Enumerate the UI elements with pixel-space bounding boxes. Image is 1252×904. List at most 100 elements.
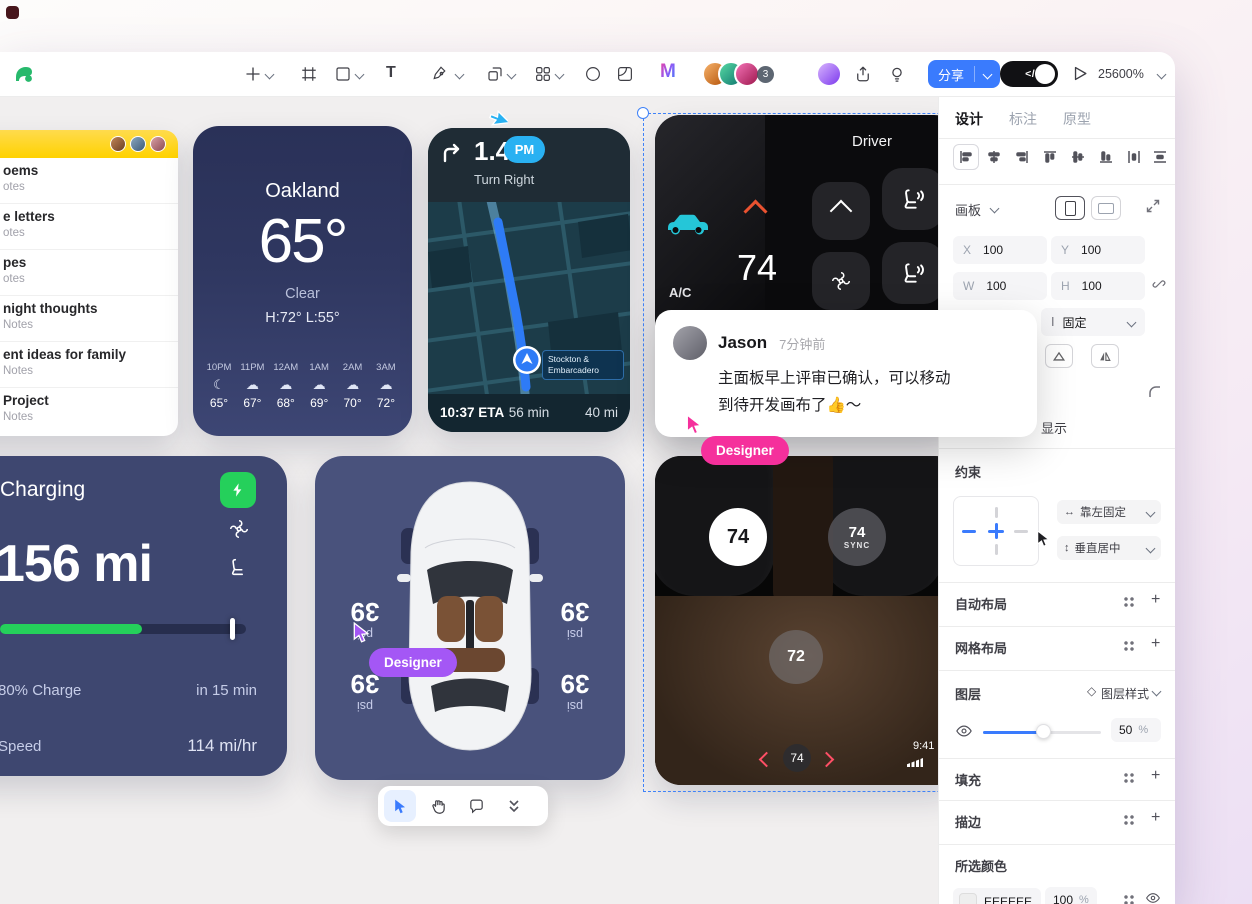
component-tool-chevron-icon[interactable]	[507, 70, 517, 80]
climate-up-button[interactable]	[812, 182, 870, 240]
color-swatch-input[interactable]: EEEEEE	[953, 888, 1041, 904]
notes-app-card[interactable]: oems otes e letters otes pes otes night …	[0, 130, 178, 436]
flip-button[interactable]	[1091, 344, 1119, 368]
expand-panel-icon[interactable]	[1145, 198, 1161, 219]
seat-temp-right-sync[interactable]: 74 SYNC	[828, 508, 886, 566]
seat-temp-rear[interactable]: 72	[769, 630, 823, 684]
tire-pressure-card[interactable]: psi 39 psi 39 psi 39 psi 39 De	[315, 456, 625, 780]
y-position-input[interactable]: Y100	[1051, 236, 1145, 264]
design-canvas[interactable]: oems otes e letters otes pes otes night …	[0, 96, 938, 904]
comment-author-avatar[interactable]	[673, 326, 707, 360]
stroke-style-icon[interactable]	[1123, 814, 1135, 826]
note-list-item[interactable]: oems otes	[0, 158, 178, 204]
vertical-constraint-select[interactable]: ↕ 垂直居中	[1057, 536, 1161, 560]
insert-tool-button[interactable]	[244, 65, 262, 83]
shape-tool-chevron-icon[interactable]	[355, 70, 365, 80]
note-list-item[interactable]: e letters otes	[0, 204, 178, 250]
height-input[interactable]: H100	[1051, 272, 1145, 300]
charge-progress-handle[interactable]	[230, 618, 235, 640]
orientation-portrait-button[interactable]	[1055, 196, 1085, 220]
layer-visibility-eye-icon[interactable]	[955, 722, 973, 745]
note-list-item[interactable]: pes otes	[0, 250, 178, 296]
component-tool-button[interactable]	[486, 65, 504, 83]
seat-temp-left[interactable]: 74	[709, 508, 767, 566]
comment-popup[interactable]: Jason 7分钟前 主面板早上评审已确认，可以移动 到待开发画布了👍～	[655, 310, 1037, 437]
app-logo-icon[interactable]	[12, 62, 36, 86]
plugin-tool-button[interactable]	[534, 65, 552, 83]
dev-mode-toggle[interactable]: </>	[1000, 61, 1058, 87]
note-list-item[interactable]: ent ideas for family Notes	[0, 342, 178, 388]
align-h-center-button[interactable]	[981, 144, 1007, 170]
layer-style-icon[interactable]: ◇	[1087, 684, 1096, 698]
distribute-h-button[interactable]	[1121, 144, 1147, 170]
orientation-landscape-button[interactable]	[1091, 196, 1121, 220]
align-v-center-button[interactable]	[1065, 144, 1091, 170]
ellipse-tool-button[interactable]	[584, 65, 602, 83]
artboard-label[interactable]: 画板	[955, 200, 981, 219]
navigation-app-card[interactable]: Stockton & Embarcadero 1.4 Turn Right 10…	[428, 128, 630, 432]
weather-app-card[interactable]: Oakland 65° Clear H:72° L:55° 10PM ☾ 65°…	[193, 126, 412, 436]
rotate-button[interactable]	[1045, 344, 1073, 368]
seat-vent-button[interactable]	[882, 242, 938, 304]
mask-tool-button[interactable]	[616, 65, 634, 83]
horizontal-constraint-select[interactable]: ↔ 靠左固定	[1057, 500, 1161, 524]
constraints-widget[interactable]	[953, 496, 1039, 566]
share-button[interactable]: 分享	[928, 60, 1000, 88]
seat-vent-button[interactable]	[882, 168, 938, 230]
color-opacity-input[interactable]: 100 %	[1045, 887, 1097, 904]
artboard-chevron-icon[interactable]	[990, 204, 1000, 214]
collaborator-count-badge[interactable]: 3	[757, 66, 774, 83]
note-list-item[interactable]: Project Notes	[0, 388, 178, 434]
x-position-input[interactable]: X100	[953, 236, 1047, 264]
align-right-button[interactable]	[1009, 144, 1035, 170]
layer-style-label[interactable]: 图层样式	[1101, 685, 1149, 702]
present-play-button[interactable]	[1070, 64, 1089, 83]
opacity-input[interactable]: 50 %	[1111, 718, 1161, 742]
fill-style-icon[interactable]	[1123, 772, 1135, 784]
share-chevron-icon[interactable]	[975, 71, 1000, 78]
current-user-avatar[interactable]	[816, 61, 842, 87]
grid-layout-add-icon[interactable]: +	[1151, 636, 1160, 652]
layer-style-chevron-icon[interactable]	[1152, 687, 1162, 697]
idea-bulb-icon[interactable]	[888, 65, 906, 83]
dev-mode-knob[interactable]	[1035, 64, 1055, 84]
fill-add-icon[interactable]: +	[1151, 768, 1160, 784]
grid-layout-style-icon[interactable]	[1123, 640, 1135, 652]
color-swatch[interactable]	[959, 893, 977, 904]
show-label[interactable]: 显示	[1041, 418, 1067, 437]
shape-tool-button[interactable]	[334, 65, 352, 83]
insert-tool-chevron-icon[interactable]	[265, 70, 275, 80]
corner-radius-icon[interactable]	[1147, 384, 1163, 405]
comment-tool-button[interactable]	[460, 790, 492, 822]
tab-prototype[interactable]: 原型	[1063, 109, 1091, 129]
stroke-add-icon[interactable]: +	[1151, 810, 1160, 826]
rear-seats-card[interactable]: 74 74 SYNC 72 74 9:41	[655, 456, 938, 785]
color-style-icon[interactable]	[1123, 894, 1135, 904]
export-icon[interactable]	[854, 65, 872, 83]
align-bottom-button[interactable]	[1093, 144, 1119, 170]
text-tool-button[interactable]: T	[386, 64, 396, 82]
tab-annotate[interactable]: 标注	[1009, 109, 1037, 129]
auto-layout-add-icon[interactable]: +	[1151, 592, 1160, 608]
collapse-toolbar-button[interactable]	[508, 799, 520, 813]
ev-charging-card[interactable]: Charging 156 mi 80% Charge in 15 min Spe…	[0, 456, 287, 776]
hand-tool-button[interactable]	[422, 790, 454, 822]
auto-layout-style-icon[interactable]	[1123, 596, 1135, 608]
color-visibility-eye-icon[interactable]	[1145, 890, 1161, 904]
opacity-slider-handle[interactable]	[1036, 724, 1051, 739]
distribute-v-button[interactable]	[1147, 144, 1173, 170]
note-list-item[interactable]: night thoughts Notes	[0, 296, 178, 342]
climate-fan-button[interactable]	[812, 252, 870, 310]
pen-tool-button[interactable]	[432, 65, 450, 83]
pen-tool-chevron-icon[interactable]	[455, 70, 465, 80]
plugin-tool-chevron-icon[interactable]	[555, 70, 565, 80]
height-fixed-select[interactable]: Ⅰ 固定	[1041, 308, 1145, 336]
select-tool-button[interactable]	[384, 790, 416, 822]
tab-design[interactable]: 设计	[955, 109, 983, 129]
align-top-button[interactable]	[1037, 144, 1063, 170]
align-left-button[interactable]	[953, 144, 979, 170]
link-dimensions-icon[interactable]	[1151, 276, 1167, 297]
width-input[interactable]: W100	[953, 272, 1047, 300]
zoom-chevron-icon[interactable]	[1157, 70, 1167, 80]
plugin-m-logo[interactable]: M	[660, 61, 676, 83]
